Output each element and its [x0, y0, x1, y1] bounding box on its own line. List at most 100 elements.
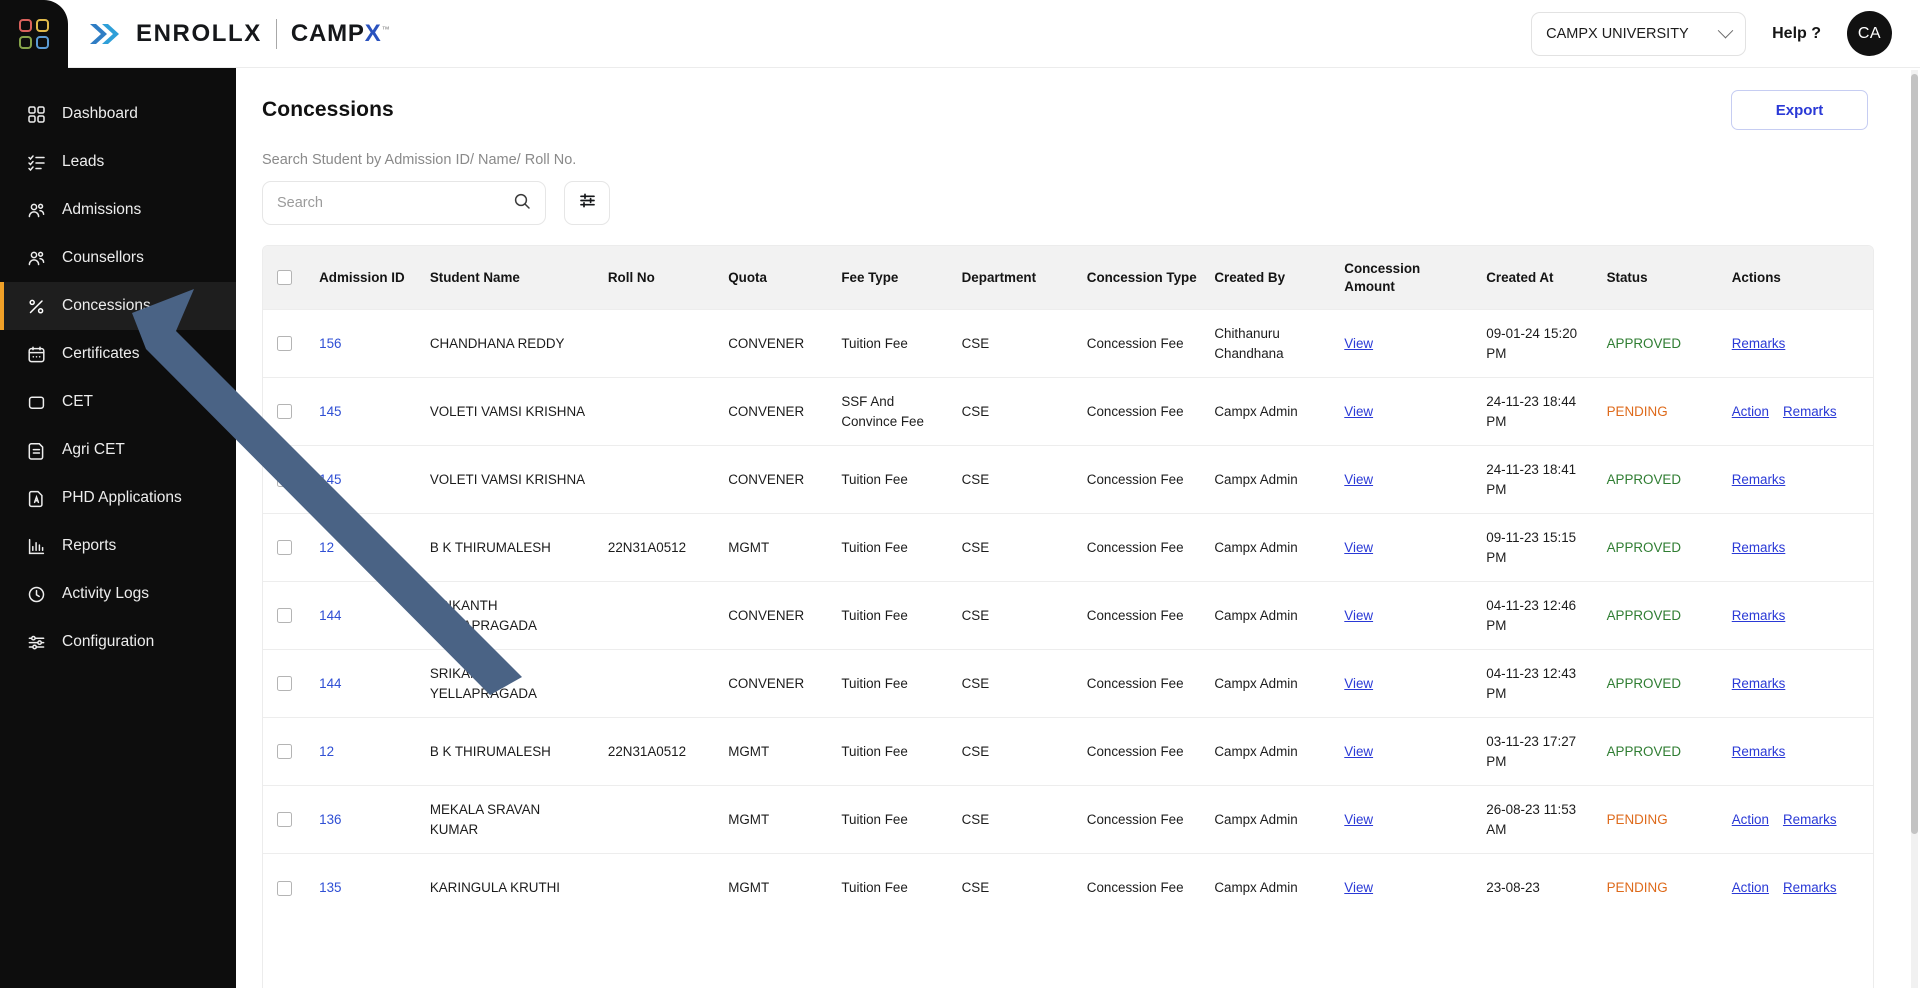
cell-status-value[interactable]: PENDING: [1607, 812, 1668, 827]
sidebar-item-reports[interactable]: Reports: [0, 522, 236, 570]
page-scrollbar[interactable]: [1911, 70, 1918, 988]
action-link-remarks[interactable]: Remarks: [1783, 878, 1837, 897]
table-row[interactable]: 144 SRIKANTH YELLAPRAGADA CONVENER Tuition …: [263, 649, 1873, 718]
table-row[interactable]: 12 B K THIRUMALESH 22N31A0512 MGMT Tuition F…: [263, 513, 1873, 582]
action-link-action[interactable]: Action: [1732, 402, 1769, 421]
cell-status-value[interactable]: PENDING: [1607, 404, 1668, 419]
cell-concession-amount-value[interactable]: View: [1344, 336, 1373, 351]
action-link-remarks[interactable]: Remarks: [1732, 606, 1786, 625]
row-checkbox[interactable]: [277, 880, 292, 896]
column-header-admission-id[interactable]: Admission ID: [311, 246, 422, 310]
row-checkbox[interactable]: [277, 404, 292, 420]
row-checkbox[interactable]: [277, 540, 292, 556]
sidebar-item-cet[interactable]: CET: [0, 378, 236, 426]
column-header-department[interactable]: Department: [953, 246, 1079, 310]
action-link-remarks[interactable]: Remarks: [1732, 538, 1786, 557]
column-header-created-at[interactable]: Created At: [1478, 246, 1599, 310]
column-header-concession-type[interactable]: Concession Type: [1078, 246, 1207, 310]
help-link[interactable]: Help ?: [1772, 25, 1821, 43]
action-link-remarks[interactable]: Remarks: [1783, 810, 1837, 829]
row-checkbox[interactable]: [277, 744, 292, 760]
sidebar-item-counsellors[interactable]: Counsellors: [0, 234, 236, 282]
cell-admission-id-value[interactable]: 156: [319, 336, 341, 351]
sidebar-item-activity-logs[interactable]: Activity Logs: [0, 570, 236, 618]
action-link-remarks[interactable]: Remarks: [1732, 742, 1786, 761]
cell-quota: CONVENER: [720, 581, 834, 650]
sidebar-item-leads[interactable]: Leads: [0, 138, 236, 186]
column-header-quota[interactable]: Quota: [720, 246, 834, 310]
column-header-created-by[interactable]: Created By: [1206, 246, 1337, 310]
search-input[interactable]: [277, 195, 513, 211]
cell-status-value[interactable]: PENDING: [1607, 880, 1668, 895]
row-checkbox[interactable]: [277, 812, 292, 828]
cell-admission-id: 135: [311, 853, 422, 922]
action-link-remarks[interactable]: Remarks: [1732, 470, 1786, 489]
search-box[interactable]: [262, 181, 546, 225]
double-chevron-icon: [88, 21, 122, 47]
cell-admission-id-value[interactable]: 145: [319, 472, 341, 487]
app-logo-tile[interactable]: [0, 0, 68, 68]
cell-status-value[interactable]: APPROVED: [1607, 336, 1681, 351]
table-row[interactable]: 145 VOLETI VAMSI KRISHNA CONVENER SSF And C…: [263, 377, 1873, 446]
select-all-checkbox[interactable]: [277, 270, 292, 286]
row-checkbox[interactable]: [277, 472, 292, 488]
column-header-status[interactable]: Status: [1598, 246, 1724, 310]
table-row[interactable]: 144 SRIKANTH YELLAPRAGADA CONVENER Tuition …: [263, 581, 1873, 650]
cell-concession-amount-value[interactable]: View: [1344, 676, 1373, 691]
table-row[interactable]: 156 CHANDHANA REDDY CONVENER Tuition Fee CSE…: [263, 309, 1873, 378]
cell-created-by-value: Campx Admin: [1214, 472, 1298, 488]
cell-concession-amount-value[interactable]: View: [1344, 744, 1373, 759]
column-header-roll-no[interactable]: Roll No: [599, 246, 721, 310]
cell-status-value[interactable]: APPROVED: [1607, 608, 1681, 623]
action-link-remarks[interactable]: Remarks: [1732, 334, 1786, 353]
export-button[interactable]: Export: [1731, 90, 1868, 130]
cell-concession-amount-value[interactable]: View: [1344, 472, 1373, 487]
cell-status-value[interactable]: APPROVED: [1607, 676, 1681, 691]
row-checkbox[interactable]: [277, 676, 292, 692]
cell-concession-type-value: Concession Fee: [1086, 812, 1184, 828]
filter-button[interactable]: [564, 181, 610, 225]
action-link-action[interactable]: Action: [1732, 878, 1769, 897]
cell-admission-id-value[interactable]: 145: [319, 404, 341, 419]
table-row[interactable]: 135 KARINGULA KRUTHI MGMT Tuition Fee CSE Con…: [263, 853, 1873, 922]
cell-roll-no: [599, 649, 721, 718]
sidebar-item-concessions[interactable]: Concessions: [0, 282, 236, 330]
action-link-remarks[interactable]: Remarks: [1783, 402, 1837, 421]
search-icon[interactable]: [513, 192, 531, 215]
sidebar-item-configuration[interactable]: Configuration: [0, 618, 236, 666]
row-checkbox[interactable]: [277, 336, 292, 352]
cell-status-value[interactable]: APPROVED: [1607, 540, 1681, 555]
cell-concession-amount-value[interactable]: View: [1344, 880, 1373, 895]
cell-admission-id-value[interactable]: 12: [319, 540, 334, 555]
table-row[interactable]: 136 MEKALA SRAVAN KUMAR MGMT Tuition Fee CSE…: [263, 785, 1873, 854]
cell-admission-id-value[interactable]: 136: [319, 812, 341, 827]
cell-admission-id-value[interactable]: 144: [319, 608, 341, 623]
action-link-action[interactable]: Action: [1732, 810, 1769, 829]
column-header-fee-type[interactable]: Fee Type: [833, 246, 954, 310]
cell-concession-amount-value[interactable]: View: [1344, 404, 1373, 419]
cell-student-name: B K THIRUMALESH: [421, 717, 600, 786]
cell-concession-amount-value[interactable]: View: [1344, 812, 1373, 827]
cell-concession-amount-value[interactable]: View: [1344, 540, 1373, 555]
sidebar-item-dashboard[interactable]: Dashboard: [0, 90, 236, 138]
table-row[interactable]: 12 B K THIRUMALESH 22N31A0512 MGMT Tuition F…: [263, 717, 1873, 786]
row-checkbox[interactable]: [277, 608, 292, 624]
column-header-student-name[interactable]: Student Name: [421, 246, 600, 310]
cell-status-value[interactable]: APPROVED: [1607, 472, 1681, 487]
avatar[interactable]: CA: [1847, 11, 1892, 56]
sidebar-item-certificates[interactable]: Certificates: [0, 330, 236, 378]
cell-status-value[interactable]: APPROVED: [1607, 744, 1681, 759]
cell-admission-id-value[interactable]: 135: [319, 880, 341, 895]
select-all-header: [263, 246, 312, 310]
sidebar-item-phd-applications[interactable]: PHD Applications: [0, 474, 236, 522]
sidebar-item-admissions[interactable]: Admissions: [0, 186, 236, 234]
sidebar-item-agri-cet[interactable]: Agri CET: [0, 426, 236, 474]
cell-concession-amount-value[interactable]: View: [1344, 608, 1373, 623]
university-selector[interactable]: CAMPX UNIVERSITY: [1531, 11, 1747, 56]
cell-admission-id-value[interactable]: 144: [319, 676, 341, 691]
column-header-concession-amount[interactable]: Concession Amount: [1336, 246, 1479, 310]
cell-admission-id-value[interactable]: 12: [319, 744, 334, 759]
column-header-actions[interactable]: Actions: [1723, 246, 1873, 310]
table-row[interactable]: 145 VOLETI VAMSI KRISHNA CONVENER Tuition F…: [263, 445, 1873, 514]
action-link-remarks[interactable]: Remarks: [1732, 674, 1786, 693]
